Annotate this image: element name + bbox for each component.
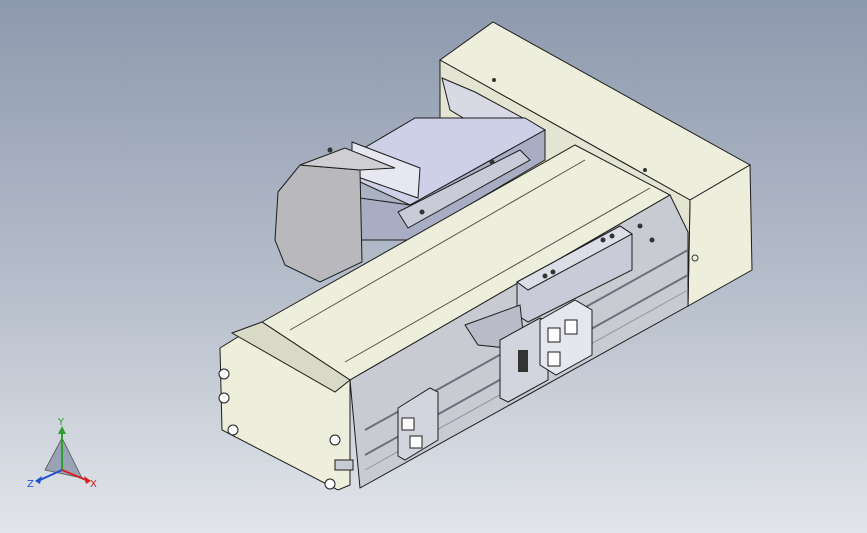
screw-hole xyxy=(600,237,606,243)
triad-y-label: Y xyxy=(57,417,65,428)
orientation-triad[interactable]: Y X Z xyxy=(27,417,97,490)
screw-hole xyxy=(419,209,425,215)
screw-hole xyxy=(489,159,495,165)
limit-switch-tab xyxy=(564,319,578,335)
screw-hole xyxy=(492,78,496,82)
screw-hole xyxy=(327,147,333,153)
triad-base xyxy=(44,437,83,479)
end-cap-hole xyxy=(227,424,239,436)
screw-hole xyxy=(643,168,647,172)
end-cap-notch xyxy=(334,459,354,471)
model-view[interactable]: Y X Z xyxy=(0,0,867,533)
sensor-connector xyxy=(518,350,528,372)
limit-switch-tab xyxy=(547,351,561,367)
graphics-viewport[interactable]: Y X Z xyxy=(0,0,867,533)
front-limit-switch-tab xyxy=(401,417,415,431)
front-limit-switch-tab xyxy=(409,435,423,449)
end-cap-hole xyxy=(329,434,341,446)
triad-z-label: Z xyxy=(27,479,34,490)
motor-end-cap xyxy=(274,164,363,283)
end-cap-hole xyxy=(324,478,336,490)
end-cap-hole xyxy=(218,368,230,380)
limit-switch-tab xyxy=(547,327,561,343)
triad-x-label: X xyxy=(90,479,97,490)
screw-hole xyxy=(609,233,615,239)
end-cap-hole xyxy=(218,392,230,404)
screw-hole xyxy=(550,269,556,275)
screw-hole xyxy=(637,223,643,229)
screw-hole xyxy=(649,237,655,243)
screw-hole xyxy=(542,273,548,279)
z-axis-arrowhead xyxy=(35,476,42,484)
